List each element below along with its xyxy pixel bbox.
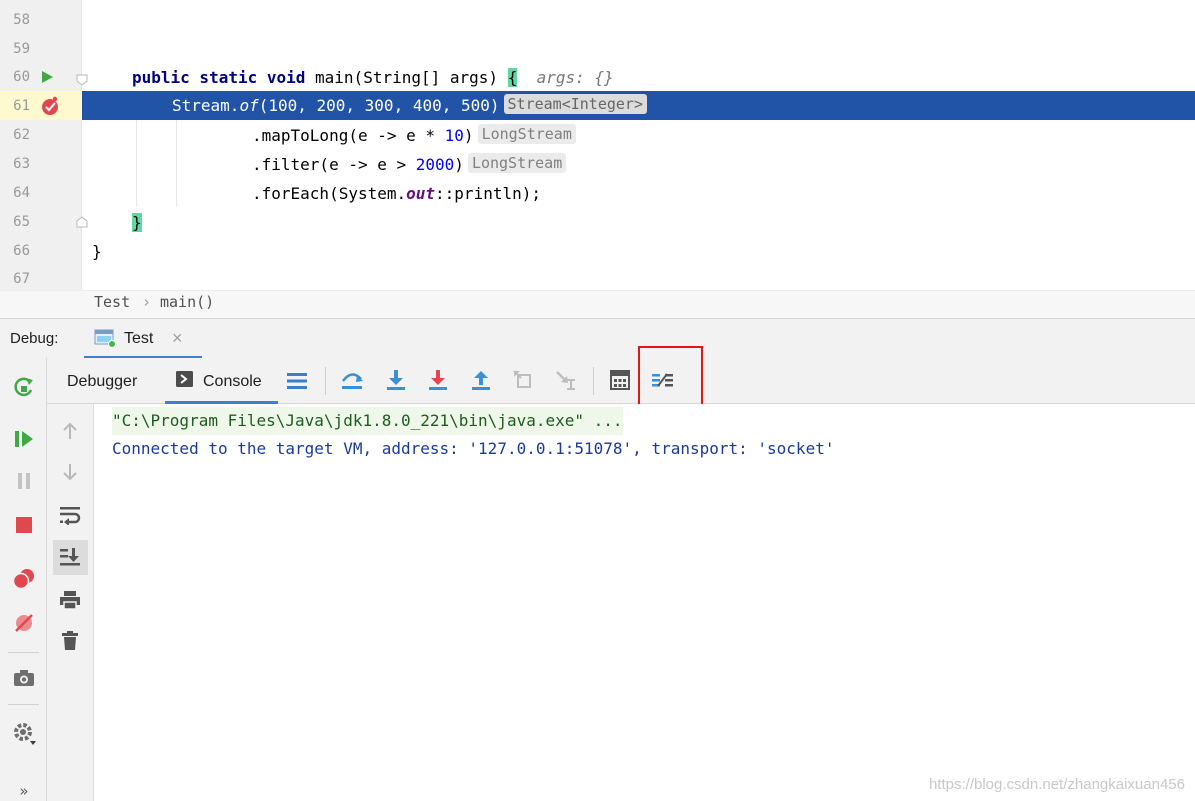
console-command-line: "C:\Program Files\Java\jdk1.8.0_221\bin\…: [112, 407, 623, 435]
debug-label: Debug:: [10, 330, 59, 347]
debug-session-tab-label: Test: [124, 330, 154, 347]
run-to-cursor-icon[interactable]: [551, 365, 581, 395]
breadcrumb-class[interactable]: Test: [94, 293, 130, 311]
pause-program-icon[interactable]: [9, 466, 39, 496]
code-line-64: .forEach(System.out::println);: [252, 184, 541, 203]
code-line-60: public static void main(String[] args) {…: [132, 68, 614, 87]
toolbar-separator: [593, 367, 594, 395]
breadcrumb-separator-icon: ›: [142, 293, 152, 311]
divider: [8, 704, 39, 705]
application-window-icon: [92, 325, 118, 351]
fold-icon[interactable]: [72, 70, 92, 90]
step-into-icon[interactable]: [423, 365, 453, 395]
trash-icon[interactable]: [55, 626, 85, 656]
line-number: 63: [13, 156, 30, 172]
type-inlay-hint: LongStream: [477, 124, 576, 144]
debug-tool-window-header: Debug: Test ×: [0, 318, 1195, 359]
line-number: 61: [13, 98, 30, 114]
type-inlay-hint: Stream<Integer>: [503, 94, 647, 114]
mute-breakpoints-icon[interactable]: [9, 608, 39, 638]
line-number: 66: [13, 243, 30, 259]
evaluate-expression-icon[interactable]: [605, 365, 635, 395]
stop-icon[interactable]: [9, 510, 39, 540]
scroll-to-end-icon[interactable]: [55, 542, 85, 572]
show-execution-point-icon[interactable]: [337, 365, 367, 395]
console-connected-line: Connected to the target VM, address: '12…: [112, 439, 835, 458]
code-line-61: Stream.of(100, 200, 300, 400, 500) Stream…: [172, 91, 647, 120]
debug-session-tab[interactable]: Test ×: [84, 319, 202, 359]
debug-toolbar: Debugger Console: [47, 346, 1195, 407]
line-number: 59: [13, 41, 30, 57]
tab-debugger[interactable]: Debugger: [67, 373, 137, 391]
gear-icon[interactable]: [9, 718, 39, 748]
down-arrow-icon[interactable]: [55, 457, 85, 487]
watermark: https://blog.csdn.net/zhangkaixuan456: [928, 776, 1185, 793]
line-number: 58: [13, 12, 30, 28]
menu-icon[interactable]: [282, 366, 312, 396]
debug-actions-strip: »: [0, 358, 47, 801]
tab-console-label: Console: [203, 373, 262, 390]
code-line-63: .filter(e -> e > 2000) LongStream: [252, 150, 567, 179]
indent-guide: [176, 120, 177, 207]
line-number: 65: [13, 214, 30, 230]
code-editor[interactable]: 58 59 60 61 62 63 64 65 66 67 public sta…: [0, 0, 1195, 290]
line-number: 64: [13, 185, 30, 201]
breakpoint-icon[interactable]: [36, 92, 64, 120]
fold-end-icon[interactable]: [72, 212, 92, 232]
breadcrumb-method[interactable]: main(): [160, 293, 214, 311]
soft-wrap-icon[interactable]: [55, 500, 85, 530]
run-gutter-icon[interactable]: [33, 63, 61, 91]
close-icon[interactable]: ×: [172, 328, 183, 349]
drop-frame-icon[interactable]: [508, 365, 538, 395]
breadcrumb: Test › main(): [0, 290, 1195, 318]
code-line-65: }: [132, 213, 142, 232]
code-line-62: .mapToLong(e -> e * 10) LongStream: [252, 121, 576, 150]
resume-program-icon[interactable]: [9, 424, 39, 454]
indent-guide: [136, 120, 137, 207]
code-line-66: }: [92, 242, 102, 261]
tab-console[interactable]: Console: [165, 358, 278, 404]
line-number: 67: [13, 271, 30, 287]
line-number: 60: [13, 69, 30, 85]
up-arrow-icon[interactable]: [55, 416, 85, 446]
divider: [8, 652, 39, 653]
line-number: 62: [13, 127, 30, 143]
step-over-icon[interactable]: [381, 365, 411, 395]
more-icon[interactable]: »: [9, 776, 39, 801]
toolbar-separator: [325, 367, 326, 395]
camera-icon[interactable]: [9, 663, 39, 693]
type-inlay-hint: LongStream: [467, 153, 567, 173]
trace-stream-chain-icon[interactable]: [648, 365, 678, 395]
view-breakpoints-icon[interactable]: [9, 564, 39, 594]
console-actions-strip: [47, 404, 94, 801]
rerun-icon[interactable]: [9, 372, 39, 402]
print-icon[interactable]: [55, 585, 85, 615]
step-out-icon[interactable]: [466, 365, 496, 395]
console-output[interactable]: "C:\Program Files\Java\jdk1.8.0_221\bin\…: [94, 404, 1195, 801]
parameter-hint: args: {}: [536, 68, 614, 87]
console-icon: [173, 367, 195, 391]
